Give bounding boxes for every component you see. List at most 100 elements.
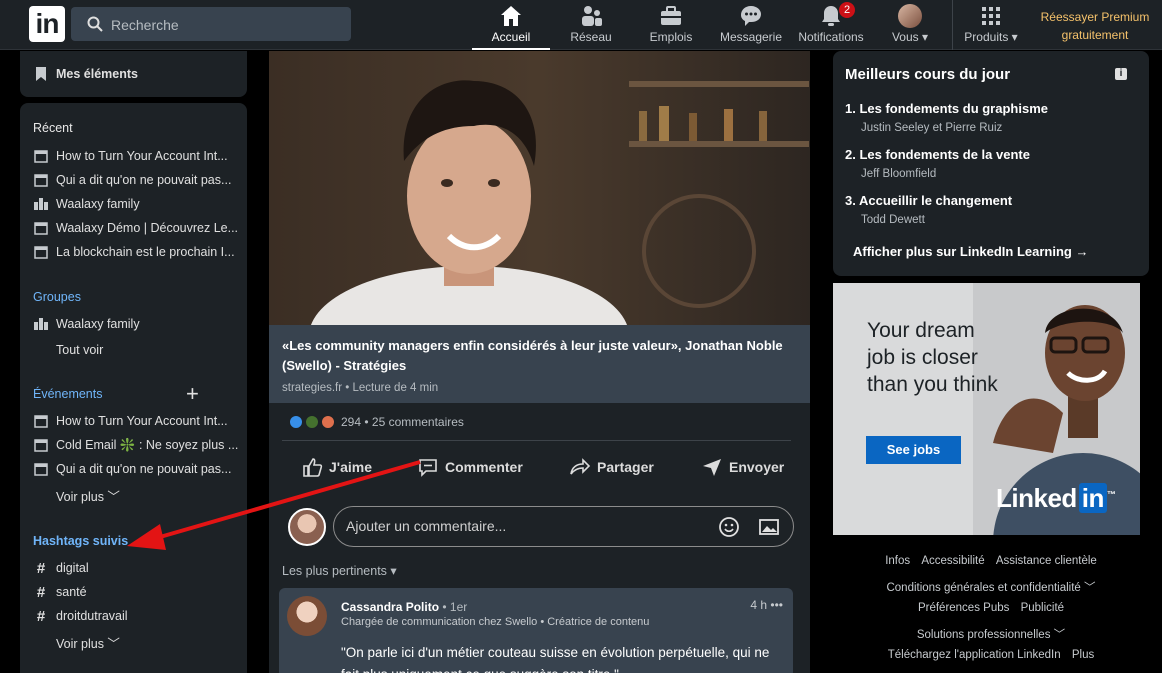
nav-divider [952,0,953,50]
nav-notifications[interactable]: 2 Notifications [796,0,866,50]
card-title: Meilleurs cours du jour [845,66,1011,83]
network-icon [582,6,602,26]
groups-see-all[interactable]: Tout voir [56,340,103,360]
nav-me[interactable]: Vous ▾ [880,0,940,50]
nav-messaging[interactable]: Messagerie [716,0,786,50]
divider [282,440,791,441]
comment-placeholder: Ajouter un commentaire... [346,518,507,534]
send-icon [703,459,721,476]
comment-input[interactable]: Ajouter un commentaire... [333,506,794,547]
groups-heading[interactable]: Groupes [33,290,81,304]
events-heading[interactable]: Événements [33,387,102,401]
events-see-more[interactable]: Voir plus ﹀ [56,485,120,505]
recent-item[interactable]: Qui a dit qu'on ne pouvait pas... [34,170,231,190]
info-icon[interactable]: i [1115,68,1127,80]
add-event-button[interactable]: + [186,381,199,407]
celebrate-reaction-icon [305,415,319,429]
event-item[interactable]: Cold Email ❇️ : Ne soyez plus ... [34,435,238,455]
nav-home[interactable]: Accueil [472,0,550,50]
comment-time-menu[interactable]: 4 h ••• [750,598,783,612]
comment-text: "On parle ici d'un métier couteau suisse… [341,645,770,673]
calendar-icon [34,439,48,452]
footer-link[interactable]: Téléchargez l'application LinkedIn [888,649,1061,661]
footer-link[interactable]: Infos [885,555,910,567]
like-button[interactable]: J'aime [301,456,372,478]
nav-network[interactable]: Réseau [558,0,624,50]
hashtag-item[interactable]: # santé [34,582,87,602]
hashtag-icon: # [36,583,46,601]
message-icon [741,6,761,26]
linkedin-logo[interactable]: in [29,6,65,42]
avatar[interactable] [288,508,326,546]
premium-link[interactable]: Réessayer Premium gratuitement [1040,8,1150,44]
course-author: Justin Seeley et Pierre Ruiz [861,122,1003,134]
nav-products[interactable]: Produits ▾ [958,0,1024,50]
notification-badge: 2 [838,1,857,19]
footer-link[interactable]: Publicité [1021,602,1064,614]
saved-items-link[interactable]: Mes éléments [34,64,138,84]
avatar[interactable] [287,596,327,636]
course-title[interactable]: 2. Les fondements de la vente [845,147,1030,162]
group-item[interactable]: Waalaxy family [34,314,140,334]
briefcase-icon [661,6,681,25]
share-button[interactable]: Partager [569,456,654,478]
comment-button[interactable]: Commenter [417,456,523,478]
top-navigation: in Recherche Accueil Réseau Emplois Mess… [0,0,1162,50]
send-button[interactable]: Envoyer [701,456,784,478]
reactions-summary[interactable]: 294 • 25 commentaires [289,415,464,429]
footer-link[interactable]: Conditions générales et confidentialité … [886,582,1095,594]
grid-icon [982,7,1000,25]
footer-link[interactable]: Accessibilité [921,555,984,567]
recent-item[interactable]: La blockchain est le prochain I... [34,242,235,262]
learning-more-link[interactable]: Afficher plus sur LinkedIn Learning → [853,244,1088,259]
commenter-name[interactable]: Cassandra Polito • 1er [341,600,467,614]
calendar-icon [34,246,48,259]
sort-dropdown[interactable]: Les plus pertinents ▾ [282,563,397,578]
comment-card: Cassandra Polito • 1er Chargée de commun… [279,588,793,673]
love-reaction-icon [321,415,335,429]
footer-link[interactable]: Solutions professionnelles ﹀ [917,629,1065,641]
feed-post: «Les community managers enfin considérés… [269,51,810,673]
linkedin-wordmark: Linked in ™ [996,483,1116,513]
recent-item[interactable]: Waalaxy family [34,194,140,214]
left-sidebar: Récent How to Turn Your Account Int... Q… [20,103,247,673]
search-bar[interactable]: Recherche [71,7,351,41]
home-icon [501,6,521,26]
recent-item[interactable]: How to Turn Your Account Int... [34,146,228,166]
footer-link[interactable]: Plus [1072,649,1094,661]
calendar-icon [34,222,48,235]
search-icon [87,16,103,32]
group-icon [34,198,48,210]
hashtag-icon: # [36,607,46,625]
search-input[interactable]: Recherche [111,17,179,33]
see-jobs-button[interactable]: See jobs [866,436,961,464]
course-title[interactable]: 1. Les fondements du graphisme [845,101,1048,116]
article-info[interactable]: «Les community managers enfin considérés… [269,325,810,403]
calendar-icon [34,150,48,163]
article-image[interactable] [269,51,810,325]
image-icon[interactable] [758,516,780,538]
group-icon [34,318,48,330]
calendar-icon [34,174,48,187]
event-item[interactable]: Qui a dit qu'on ne pouvait pas... [34,459,231,479]
commenter-role: Chargée de communication chez Swello • C… [341,616,650,628]
article-title[interactable]: «Les community managers enfin considérés… [282,336,802,376]
recent-item[interactable]: Waalaxy Démo | Découvrez Le... [34,218,238,238]
footer-link[interactable]: Assistance clientèle [996,555,1097,567]
emoji-icon[interactable] [718,516,740,538]
nav-jobs[interactable]: Emplois [638,0,704,50]
hashtag-item[interactable]: # droitdutravail [34,606,128,626]
like-reaction-icon [289,415,303,429]
hashtags-see-more[interactable]: Voir plus ﹀ [56,632,120,652]
comment-icon [419,459,437,477]
hashtags-heading[interactable]: Hashtags suivis [33,534,128,548]
share-icon [570,458,591,475]
calendar-icon [34,463,48,476]
footer-link[interactable]: Préférences Pubs [918,602,1009,614]
job-ad[interactable]: Your dream job is closer than you think … [833,283,1140,535]
course-title[interactable]: 3. Accueillir le changement [845,193,1012,208]
avatar [898,4,922,28]
hashtag-item[interactable]: # digital [34,558,89,578]
event-item[interactable]: How to Turn Your Account Int... [34,411,228,431]
course-author: Jeff Bloomfield [861,168,937,180]
